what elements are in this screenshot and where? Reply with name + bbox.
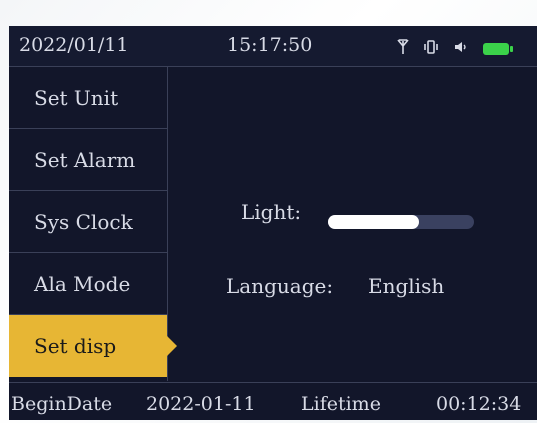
menu-item-set-disp[interactable]: Set disp — [9, 315, 177, 377]
begin-date-label: BeginDate — [11, 393, 113, 415]
status-bar: 2022/01/11 15:17:50 — [9, 26, 537, 67]
menu-item-set-alarm[interactable]: Set Alarm — [9, 129, 167, 191]
lifetime-value: 00:12:34 — [436, 393, 522, 415]
speaker-icon — [453, 38, 469, 60]
menu-item-set-unit[interactable]: Set Unit — [9, 67, 167, 129]
status-icons — [397, 37, 517, 57]
device-screen: 2022/01/11 15:17:50 Set Unit Set Alarm S… — [9, 26, 537, 420]
menu-item-ala-mode[interactable]: Ala Mode — [9, 253, 167, 315]
antenna-icon — [397, 38, 409, 60]
footer-bar: BeginDate 2022-01-11 Lifetime 00:12:34 — [9, 382, 537, 420]
light-slider[interactable] — [328, 215, 474, 229]
begin-date-value: 2022-01-11 — [146, 393, 256, 415]
language-label: Language: — [226, 274, 334, 298]
status-time: 15:17:50 — [227, 34, 313, 56]
language-value[interactable]: English — [368, 274, 444, 298]
settings-menu: Set Unit Set Alarm Sys Clock Ala Mode Se… — [9, 67, 177, 381]
menu-item-sys-clock[interactable]: Sys Clock — [9, 191, 167, 253]
lifetime-label: Lifetime — [301, 393, 381, 415]
status-date: 2022/01/11 — [19, 34, 129, 56]
vibrate-icon — [423, 38, 439, 60]
light-label: Light: — [241, 200, 302, 224]
light-slider-fill — [328, 215, 419, 229]
battery-icon — [483, 43, 514, 55]
display-settings-panel: Light: Language: English — [168, 67, 537, 381]
